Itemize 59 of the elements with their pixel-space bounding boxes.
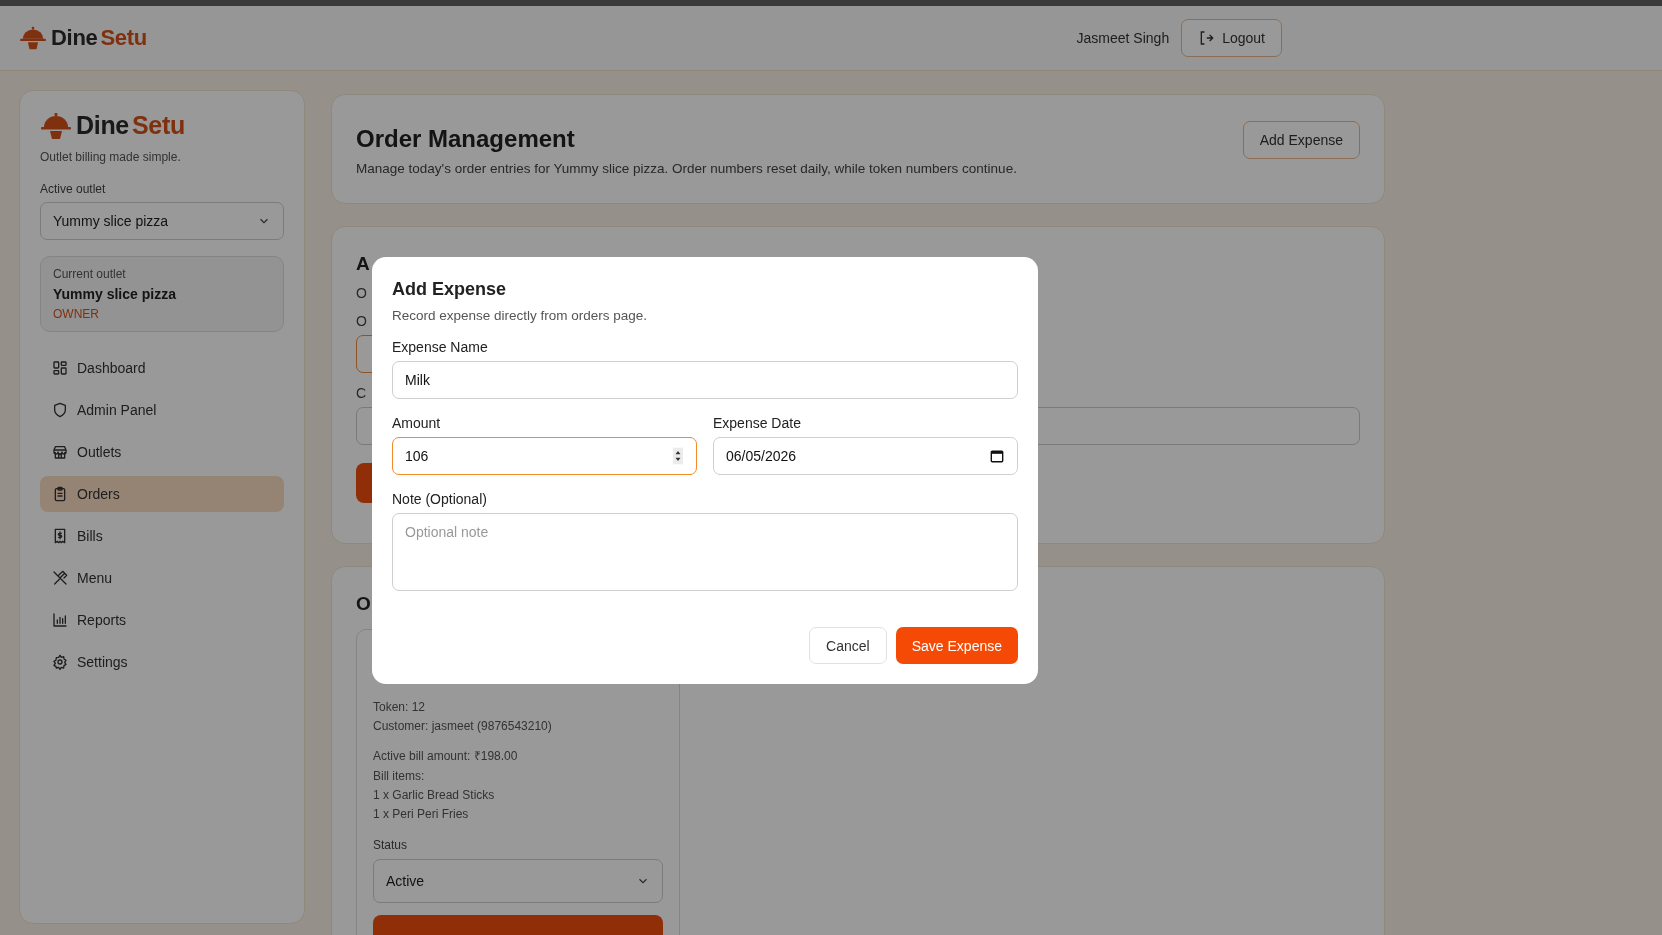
nav-item[interactable]: Dashboard xyxy=(40,350,284,386)
dialog-subtitle: Record expense directly from orders page. xyxy=(392,308,649,323)
page-title: Order Management xyxy=(356,125,576,153)
current-outlet-label: Current outlet xyxy=(53,267,127,281)
nav-item[interactable]: Admin Panel xyxy=(40,392,284,428)
cancel-button[interactable]: Cancel xyxy=(809,627,887,664)
field-label: O xyxy=(356,313,367,329)
page-description: Manage today's order entries for Yummy slice pizza. Order numbers reset daily, while token numbers continue. xyxy=(356,161,1017,176)
section-title: A xyxy=(356,253,370,275)
user-name: Jasmeet Singh xyxy=(1076,30,1170,46)
brand-name: DineSetu xyxy=(76,111,185,140)
receipt-icon xyxy=(52,528,68,544)
bill-detail: 1 x Peri Peri Fries xyxy=(373,807,470,821)
field-label: Expense Date xyxy=(713,415,801,431)
nav-item[interactable]: Settings xyxy=(40,644,284,680)
role-label: OWNER xyxy=(53,307,100,321)
current-outlet-name: Yummy slice pizza xyxy=(53,286,177,302)
bar-chart-icon xyxy=(52,612,68,628)
add-expense-button[interactable]: Add Expense xyxy=(1242,121,1360,159)
nav-item[interactable]: Reports xyxy=(40,602,284,638)
shield-icon xyxy=(52,402,68,418)
bill-detail: Active bill amount: ₹198.00 xyxy=(373,748,519,764)
order-detail: Token: 12 xyxy=(373,700,427,714)
settings-icon xyxy=(52,654,68,670)
status-label: Status xyxy=(373,838,408,852)
expense-name-field[interactable]: Milk xyxy=(392,361,1018,399)
nav-item[interactable]: Menu xyxy=(40,560,284,596)
dialog-title: Add Expense xyxy=(392,279,508,300)
bill-detail: Bill items: xyxy=(373,769,426,783)
status-select[interactable]: Active xyxy=(373,859,663,903)
spinner-icon xyxy=(673,447,683,465)
outlet-select[interactable]: Yummy slice pizza xyxy=(40,202,284,240)
store-icon xyxy=(52,444,68,460)
section-title: O xyxy=(356,593,372,615)
save-button[interactable]: Save Expense xyxy=(895,627,1018,664)
cloche-logo-icon xyxy=(40,111,72,140)
cloche-logo-icon xyxy=(19,26,47,50)
nav-item[interactable]: Outlets xyxy=(40,434,284,470)
amount-field[interactable]: 106 xyxy=(392,437,697,475)
order-detail: Customer: jasmeet (9876543210) xyxy=(373,719,553,733)
nav-item[interactable]: Orders xyxy=(40,476,284,512)
field-label: Expense Name xyxy=(392,339,488,355)
outlet-label: Active outlet xyxy=(40,182,107,196)
field-label: Amount xyxy=(392,415,441,431)
logout-icon xyxy=(1198,30,1215,46)
tagline: Outlet billing made simple. xyxy=(40,150,182,164)
field-label: C xyxy=(356,385,367,401)
brand-name: DineSetu xyxy=(51,25,147,51)
note-field[interactable]: Optional note xyxy=(392,513,1018,591)
utensils-icon xyxy=(52,570,68,586)
logout-button[interactable]: Logout xyxy=(1181,19,1282,57)
clipboard-icon xyxy=(52,486,68,502)
calendar-icon xyxy=(990,449,1004,463)
nav-item[interactable]: Bills xyxy=(40,518,284,554)
field-label: Note (Optional) xyxy=(392,491,487,507)
date-field[interactable]: 06/05/2026 xyxy=(713,437,1018,475)
dashboard-icon xyxy=(52,360,68,376)
bill-detail: 1 x Garlic Bread Sticks xyxy=(373,788,496,802)
section-text: O xyxy=(356,285,367,301)
